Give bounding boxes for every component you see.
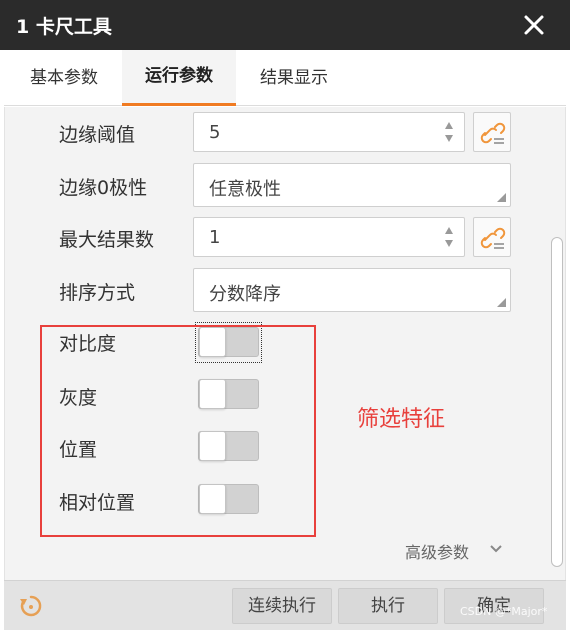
edge-threshold-link-button[interactable]	[473, 112, 511, 152]
max-results-stepper[interactable]	[444, 226, 454, 248]
edge-threshold-stepper[interactable]	[444, 121, 454, 143]
advanced-params-link[interactable]: 高级参数	[405, 539, 469, 563]
edge-threshold-value: 5	[209, 122, 221, 143]
edge-threshold-label: 边缘阈值	[59, 124, 136, 146]
dropdown-corner-icon	[497, 193, 506, 202]
tab-result-display[interactable]: 结果显示	[238, 50, 350, 106]
params-panel: 边缘阈值 5 边缘0极性 任意极性 最大结果数 1 排序方式 分数降序 对比度 …	[4, 107, 566, 580]
scrollbar-thumb[interactable]	[551, 237, 563, 567]
annotation-box	[40, 325, 316, 537]
tab-run-params[interactable]: 运行参数	[122, 50, 236, 106]
reset-icon[interactable]	[18, 593, 44, 619]
execute-button[interactable]: 执行	[338, 588, 438, 624]
spinner-arrows-icon	[445, 227, 453, 247]
max-results-label: 最大结果数	[59, 229, 155, 251]
close-button[interactable]	[518, 9, 550, 41]
edge0-polarity-select[interactable]: 任意极性	[193, 163, 511, 207]
sort-mode-value: 分数降序	[209, 284, 281, 305]
watermark: CSDN @*Major*	[460, 605, 548, 618]
link-icon	[480, 227, 506, 249]
edge0-polarity-label: 边缘0极性	[59, 177, 148, 199]
continuous-execute-button[interactable]: 连续执行	[232, 588, 332, 624]
edge0-polarity-value: 任意极性	[209, 179, 281, 200]
spinner-arrows-icon	[445, 122, 453, 142]
edge-threshold-input[interactable]: 5	[193, 112, 465, 152]
sort-mode-select[interactable]: 分数降序	[193, 268, 511, 312]
title-bar: 1 卡尺工具	[0, 0, 570, 50]
max-results-input[interactable]: 1	[193, 217, 465, 257]
close-icon	[524, 15, 544, 35]
annotation-text: 筛选特征	[357, 407, 446, 432]
max-results-value: 1	[209, 227, 221, 248]
dropdown-corner-icon	[497, 298, 506, 307]
tab-bar: 基本参数 运行参数 结果显示	[4, 50, 566, 106]
link-icon	[480, 122, 506, 144]
sort-mode-label: 排序方式	[59, 282, 136, 304]
window-title: 1 卡尺工具	[16, 16, 112, 38]
max-results-link-button[interactable]	[473, 217, 511, 257]
tab-basic-params[interactable]: 基本参数	[8, 50, 120, 106]
chevron-down-icon[interactable]	[489, 544, 503, 554]
